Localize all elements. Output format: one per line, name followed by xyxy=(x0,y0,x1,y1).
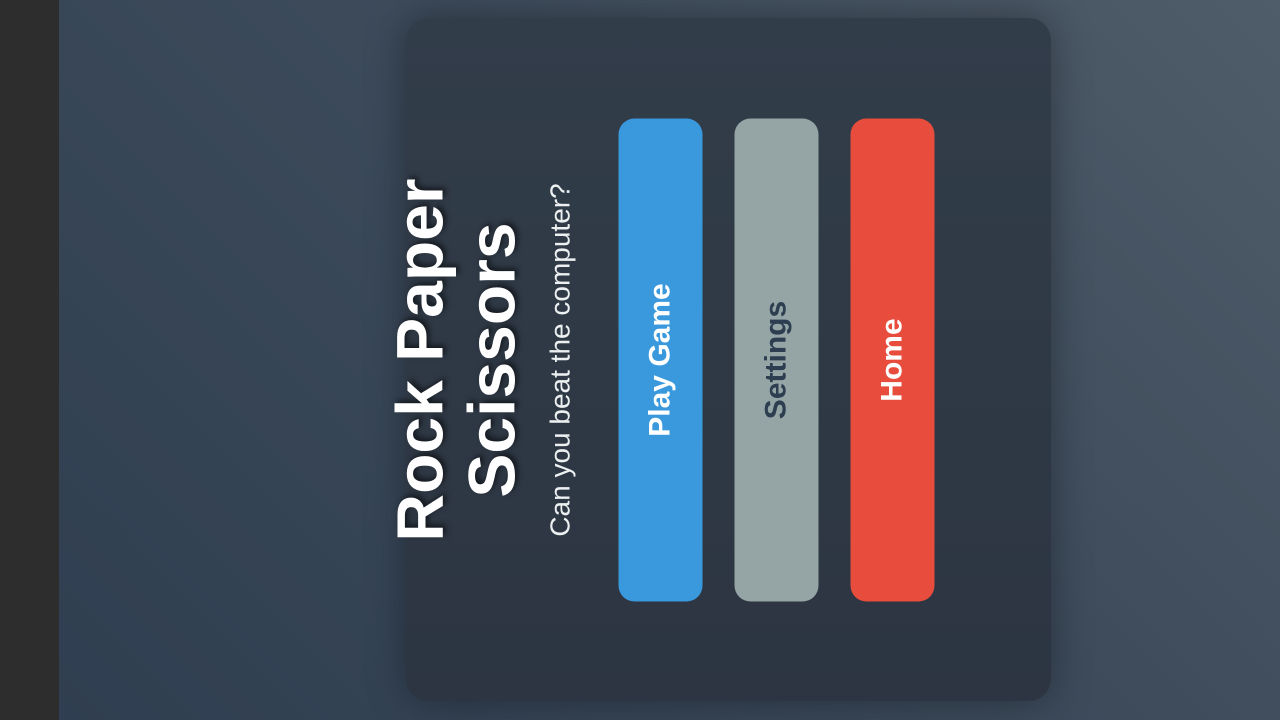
home-button[interactable]: Home xyxy=(850,118,935,602)
play-game-button[interactable]: Play Game xyxy=(618,118,703,602)
game-title-line2: Scissors xyxy=(454,222,529,498)
rotated-menu-content: Rock Paper Scissors Can you beat the com… xyxy=(348,118,993,602)
left-edge-strip xyxy=(0,0,59,720)
settings-button[interactable]: Settings xyxy=(734,118,819,602)
game-title: Rock Paper Scissors xyxy=(382,119,529,602)
game-subtitle: Can you beat the computer? xyxy=(544,183,576,537)
game-title-line1: Rock Paper xyxy=(382,178,457,542)
